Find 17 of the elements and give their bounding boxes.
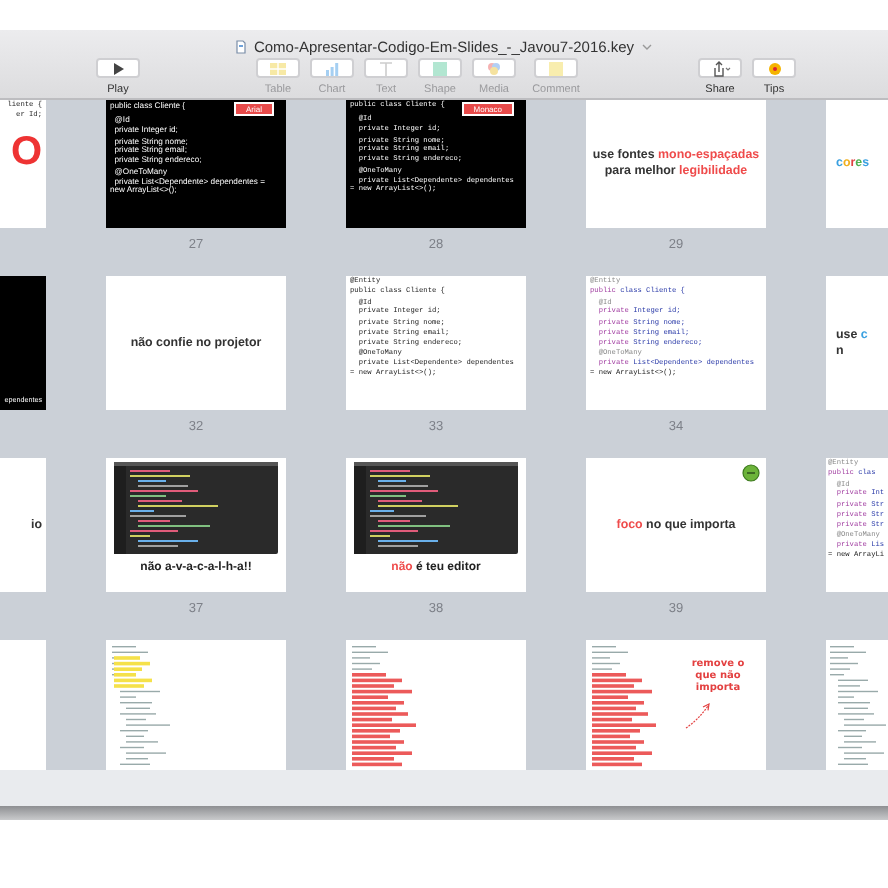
table-icon <box>267 59 289 77</box>
big-letter: O <box>10 131 42 172</box>
slide-thumbnail[interactable] <box>346 640 526 770</box>
chevron-icon <box>642 44 653 50</box>
code-lines-drawing <box>830 646 886 765</box>
share-icon <box>709 59 731 77</box>
note-icon <box>545 59 567 77</box>
lightbulb-icon <box>763 59 785 77</box>
slide-thumbnail[interactable] <box>0 640 46 770</box>
document-icon <box>235 40 246 54</box>
slide-thumbnail[interactable] <box>826 640 888 770</box>
flower-icon <box>483 59 505 77</box>
slide-thumbnail[interactable] <box>106 640 286 770</box>
text-icon <box>375 59 397 77</box>
square-icon <box>429 59 451 77</box>
arrow <box>685 702 710 729</box>
bar-chart-icon <box>321 59 343 77</box>
